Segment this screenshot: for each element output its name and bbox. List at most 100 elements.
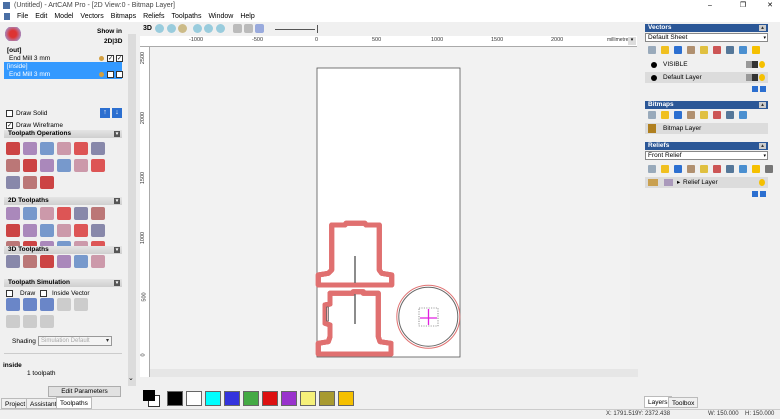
toolpath-tool-icon[interactable] [23, 176, 37, 189]
toolpath-tool-icon[interactable] [57, 224, 71, 237]
toolpath-tool-icon[interactable] [57, 298, 71, 311]
toolpath-tool-icon[interactable] [6, 176, 20, 189]
sim-inside-vector-checkbox[interactable] [40, 290, 47, 297]
toolpath-tool-icon[interactable] [91, 224, 105, 237]
toolpath-tool-icon[interactable] [57, 159, 71, 172]
layer-tool-icon[interactable] [752, 165, 760, 173]
layer-tool-icon[interactable] [674, 46, 682, 54]
show-3d-checkbox[interactable]: ✓ [116, 55, 123, 62]
layer-visible[interactable]: VISIBLE [645, 59, 768, 70]
restore-button[interactable]: ❐ [733, 0, 753, 11]
move-layer-up-button[interactable] [752, 191, 758, 197]
menu-window[interactable]: Window [208, 13, 233, 20]
pan-back-icon[interactable] [255, 24, 264, 33]
move-layer-up-button[interactable] [752, 86, 758, 92]
tab-toolpaths[interactable]: Toolpaths [56, 397, 92, 409]
pan-right-icon[interactable] [244, 24, 253, 33]
collapse-icon[interactable]: ▴ [759, 102, 766, 108]
3d-view-button[interactable]: 3D [143, 25, 152, 32]
panel-scrollbar[interactable] [128, 34, 136, 386]
toolpath-tool-icon[interactable] [6, 207, 20, 220]
toolpath-tool-icon[interactable] [6, 255, 20, 268]
vertical-scrollbar[interactable] [630, 47, 638, 369]
section-2d-toolpaths[interactable]: 2D Toolpaths ▾ [4, 197, 122, 205]
color-swatch[interactable] [186, 391, 202, 406]
toolpath-tool-icon[interactable] [40, 176, 54, 189]
move-down-button[interactable]: ↓ [112, 108, 122, 118]
toolpath-tool-icon[interactable] [6, 159, 20, 172]
menu-model[interactable]: Model [54, 13, 73, 20]
layer-default[interactable]: Default Layer [645, 72, 768, 83]
menu-help[interactable]: Help [240, 13, 254, 20]
toolpath-tool-icon[interactable] [40, 298, 54, 311]
toolpath-tool-icon[interactable] [74, 255, 88, 268]
color-swatch[interactable] [205, 391, 221, 406]
scroll-down-icon[interactable]: ⌄ [128, 374, 134, 382]
show-3d-checkbox[interactable]: ✓ [116, 71, 123, 78]
layer-tool-icon[interactable] [687, 111, 695, 119]
toolpath-tool-icon[interactable] [57, 207, 71, 220]
zoom-box-icon[interactable] [178, 24, 187, 33]
layer-tool-icon[interactable] [726, 111, 734, 119]
layer-tool-icon[interactable] [713, 165, 721, 173]
move-layer-down-button[interactable] [760, 191, 766, 197]
toolpath-item-inside[interactable]: End Mill 3 mm ✓ ✓ [4, 70, 123, 79]
layer-tool-icon[interactable] [700, 165, 708, 173]
shading-select[interactable]: Simulation Default ▾ [38, 336, 112, 346]
toolpath-tool-icon[interactable] [74, 224, 88, 237]
units-dropdown-icon[interactable]: ▾ [628, 37, 636, 45]
layer-tool-icon[interactable] [648, 111, 656, 119]
zoom-all-icon[interactable] [216, 24, 225, 33]
toolpath-tool-icon[interactable] [74, 298, 88, 311]
slider-track[interactable] [275, 29, 315, 30]
layer-tool-icon[interactable] [713, 111, 721, 119]
section-toolpath-simulation[interactable]: Toolpath Simulation ▾ [4, 279, 122, 287]
bitmaps-header[interactable]: Bitmaps ▴ [645, 101, 768, 109]
layer-tool-icon[interactable] [648, 46, 656, 54]
color-swatch[interactable] [243, 391, 259, 406]
color-swatch[interactable] [300, 391, 316, 406]
collapse-icon[interactable]: ▴ [759, 25, 766, 31]
layer-tool-icon[interactable] [674, 111, 682, 119]
show-2d-checkbox[interactable]: ✓ [107, 55, 114, 62]
toolpath-tool-icon[interactable] [23, 255, 37, 268]
section-toolpath-operations[interactable]: Toolpath Operations ▾ [4, 130, 122, 138]
move-up-button[interactable]: ↑ [100, 108, 110, 118]
edit-icon[interactable] [752, 74, 758, 81]
collapse-icon[interactable]: ▾ [114, 247, 120, 253]
color-swatch[interactable] [167, 391, 183, 406]
layer-tool-icon[interactable] [752, 46, 760, 54]
draw-solid-checkbox[interactable] [6, 110, 13, 117]
lightbulb-icon[interactable] [759, 74, 765, 81]
layer-tool-icon[interactable] [726, 46, 734, 54]
draw-wireframe-checkbox[interactable]: ✓ [6, 122, 13, 129]
layer-tool-icon[interactable] [674, 165, 682, 173]
toolpath-tool-icon[interactable] [40, 142, 54, 155]
minimize-button[interactable]: – [700, 0, 720, 11]
menu-file[interactable]: File [17, 13, 28, 20]
toolpath-tool-icon[interactable] [40, 315, 54, 328]
layer-tool-icon[interactable] [739, 46, 747, 54]
menu-reliefs[interactable]: Reliefs [143, 13, 164, 20]
color-swatch[interactable] [319, 391, 335, 406]
primary-color[interactable] [143, 390, 155, 401]
toolpath-tool-icon[interactable] [23, 224, 37, 237]
vectors-header[interactable]: Vectors ▴ [645, 24, 768, 32]
toolpath-tool-icon[interactable] [23, 207, 37, 220]
collapse-icon[interactable]: ▴ [759, 143, 766, 149]
layer-tool-icon[interactable] [700, 46, 708, 54]
layer-tool-icon[interactable] [726, 165, 734, 173]
layer-tool-icon[interactable] [687, 46, 695, 54]
toolpath-tool-icon[interactable] [40, 255, 54, 268]
close-button[interactable]: ✕ [760, 0, 780, 11]
toolpath-tool-icon[interactable] [57, 255, 71, 268]
toolpath-tool-icon[interactable] [91, 159, 105, 172]
layer-tool-icon[interactable] [713, 46, 721, 54]
color-swatch[interactable] [338, 391, 354, 406]
move-layer-down-button[interactable] [760, 86, 766, 92]
zoom-out-icon[interactable] [167, 24, 176, 33]
layer-relief[interactable]: ▸ Relief Layer [645, 177, 768, 188]
slider-handle[interactable] [317, 25, 318, 33]
toolpath-tool-icon[interactable] [6, 298, 20, 311]
toolpath-tool-icon[interactable] [40, 207, 54, 220]
